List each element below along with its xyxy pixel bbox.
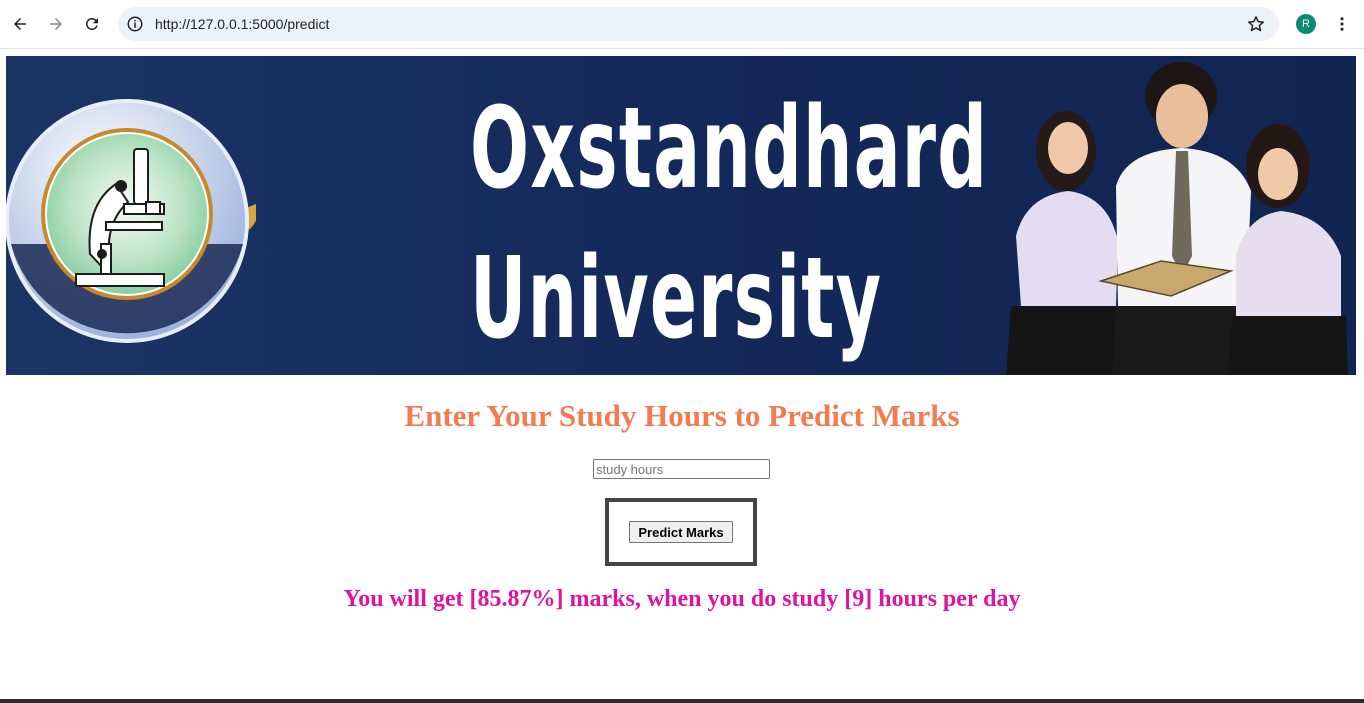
browser-toolbar: http://127.0.0.1:5000/predict R	[0, 0, 1364, 49]
address-bar[interactable]: http://127.0.0.1:5000/predict	[118, 7, 1279, 41]
arrow-left-icon	[14, 18, 26, 30]
banner-title-line1: Oxstandhard	[470, 84, 989, 214]
more-vertical-icon	[1340, 17, 1344, 31]
students-photo	[1006, 62, 1348, 375]
university-banner: Oxstandhard University	[6, 56, 1356, 375]
bookmark-star-icon[interactable]	[1246, 14, 1266, 34]
predict-marks-button[interactable]: Predict Marks	[629, 521, 733, 543]
banner-title: Oxstandhard University	[470, 74, 989, 374]
banner-title-line2: University	[470, 234, 883, 364]
page-heading: Enter Your Study Hours to Predict Marks	[404, 398, 960, 433]
forward-button[interactable]	[44, 12, 68, 36]
bottom-edge	[0, 699, 1364, 703]
back-button[interactable]	[8, 12, 32, 36]
reload-button[interactable]	[80, 12, 104, 36]
url-text[interactable]: http://127.0.0.1:5000/predict	[155, 16, 329, 32]
microscope-logo	[6, 99, 256, 343]
arrow-right-icon	[50, 18, 62, 30]
browser-menu-button[interactable]	[1332, 12, 1352, 36]
profile-avatar[interactable]: R	[1296, 14, 1316, 34]
prediction-result: You will get [85.87%] marks, when you do…	[343, 586, 1021, 612]
study-hours-input[interactable]	[593, 459, 770, 479]
info-icon[interactable]	[126, 15, 144, 33]
reload-icon	[85, 17, 98, 30]
